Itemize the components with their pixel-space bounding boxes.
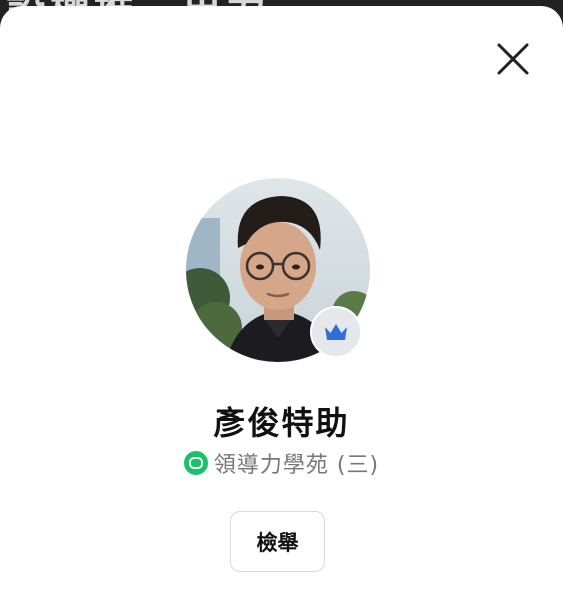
organization-row[interactable]: 領導力學苑 (三) — [0, 447, 563, 479]
close-icon — [497, 43, 529, 75]
avatar-container[interactable] — [186, 178, 370, 362]
crown-badge — [310, 306, 362, 358]
crown-icon — [325, 324, 347, 340]
profile-name: 彥俊特助 — [213, 404, 350, 442]
profile-sheet: 彥俊特助 領導力學苑 (三) 檢舉 — [0, 6, 563, 600]
report-button[interactable]: 檢舉 — [230, 511, 325, 572]
close-button[interactable] — [490, 36, 536, 82]
open-chat-icon — [183, 451, 208, 475]
organization-name[interactable]: 領導力學苑 (三) — [214, 447, 379, 479]
